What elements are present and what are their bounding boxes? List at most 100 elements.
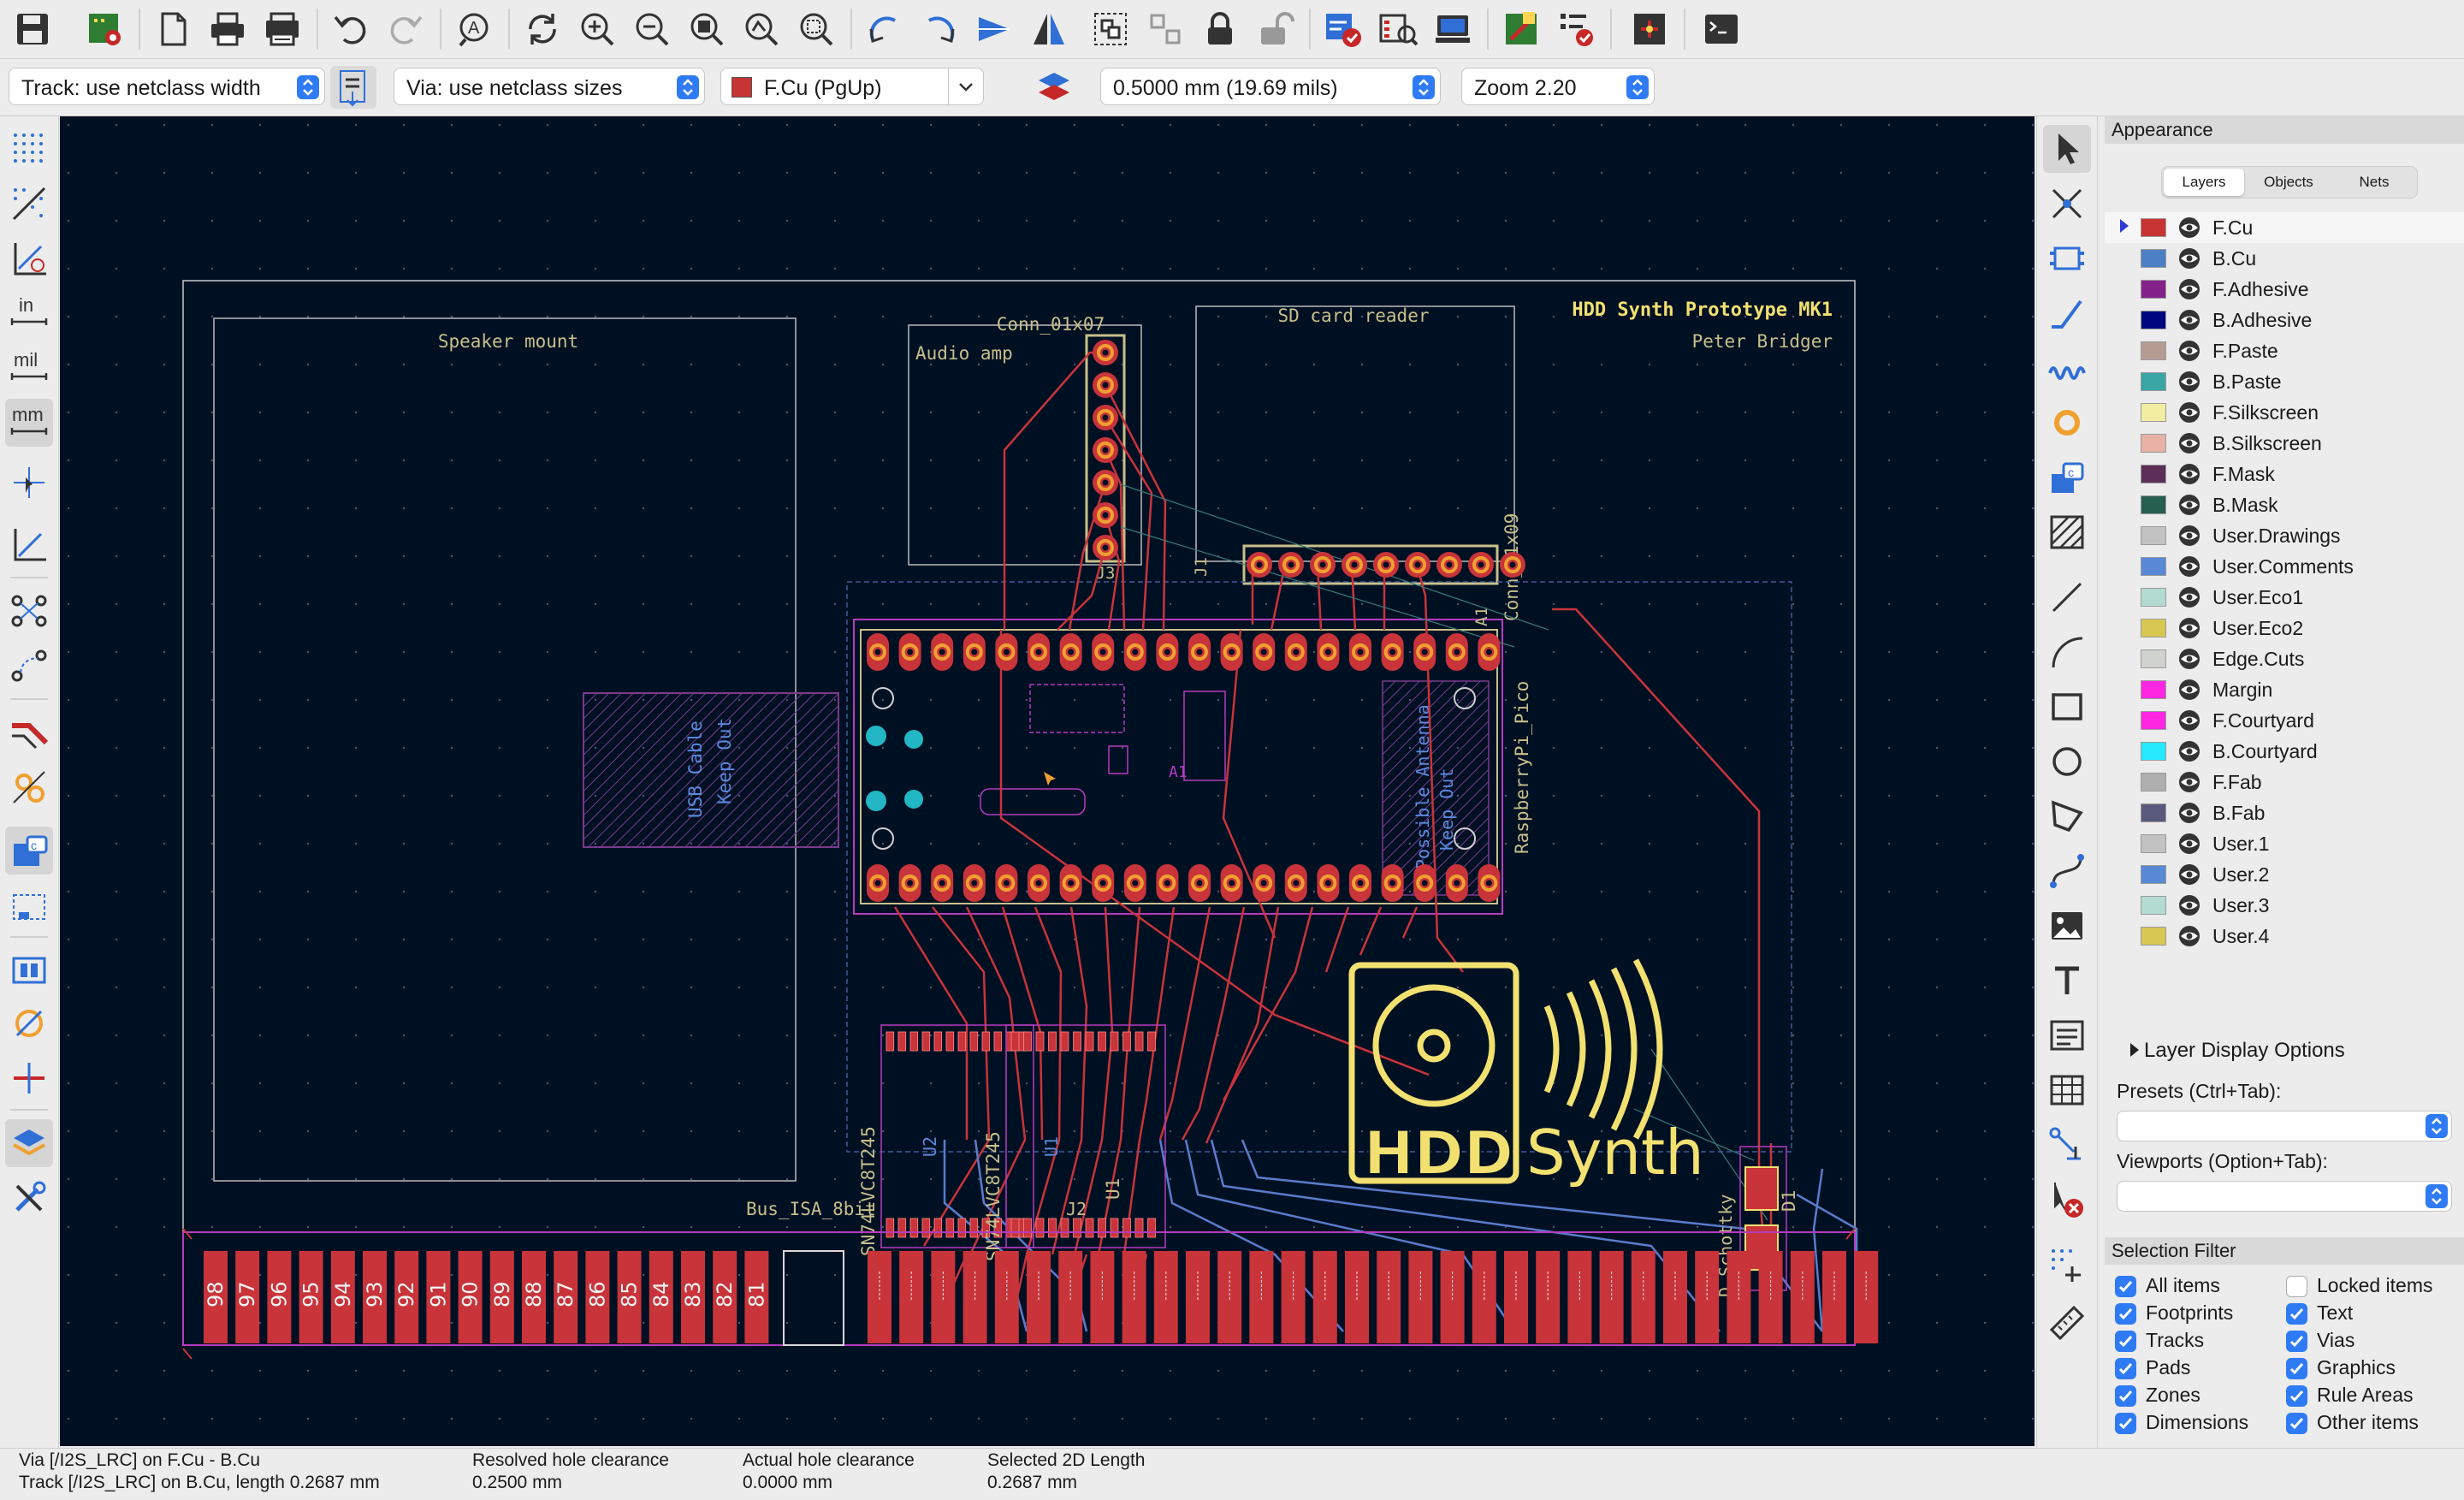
layer-color-swatch[interactable] [2141,434,2166,453]
polar-coords-icon[interactable] [5,180,53,228]
layer-row[interactable]: Margin [2105,674,2464,705]
layer-row[interactable]: User.Comments [2105,551,2464,582]
zone-fill-icon[interactable]: c [5,827,53,875]
eye-icon[interactable] [2175,801,2204,825]
eye-icon[interactable] [2175,554,2204,578]
layer-color-swatch[interactable] [2141,526,2166,545]
show-layers-icon[interactable] [5,1054,53,1102]
eye-icon[interactable] [2175,277,2204,301]
netlist-update-icon[interactable] [1497,5,1545,53]
zone-outline-icon[interactable] [5,881,53,929]
layer-color-swatch[interactable] [2141,865,2166,884]
eye-icon[interactable] [2175,739,2204,763]
checkbox-checked-icon[interactable] [2286,1303,2307,1325]
zoom-objects-icon[interactable] [737,5,785,53]
layer-row[interactable]: F.Paste [2105,335,2464,366]
delete-tool-icon[interactable] [2043,1176,2091,1224]
grid-stepper-icon[interactable] [1413,75,1435,99]
layer-color-swatch[interactable] [2141,280,2166,299]
eye-icon[interactable] [2175,524,2204,548]
add-keepout-icon[interactable] [2043,508,2091,556]
layer-color-swatch[interactable] [2141,403,2166,422]
layer-row[interactable]: F.Mask [2105,459,2464,489]
track-width-stepper-icon[interactable] [297,75,319,99]
layer-pair-icon[interactable] [1034,68,1075,107]
mirror-icon[interactable] [1025,5,1073,53]
layer-color-swatch[interactable] [2141,711,2166,730]
layer-color-swatch[interactable] [2141,742,2166,761]
eye-icon[interactable] [2175,893,2204,917]
eye-icon[interactable] [2175,216,2204,240]
unlock-icon[interactable] [1251,5,1299,53]
layer-row[interactable]: B.Fab [2105,797,2464,828]
plot-icon[interactable] [258,5,306,53]
eye-icon[interactable] [2175,370,2204,394]
draw-line-icon[interactable] [2043,573,2091,621]
grid-dots-icon[interactable] [5,125,53,173]
viewports-select[interactable] [2117,1181,2452,1212]
layer-row[interactable]: B.Courtyard [2105,736,2464,767]
layer-row[interactable]: F.Courtyard [2105,705,2464,736]
checkbox-unchecked-icon[interactable] [2286,1276,2307,1297]
ratsnest-curved-icon[interactable] [5,642,53,690]
checkbox-checked-icon[interactable] [2286,1385,2307,1407]
local-ratsnest-icon[interactable] [2043,180,2091,228]
layer-color-swatch[interactable] [2141,588,2166,607]
grid-select[interactable]: 0.5000 mm (19.69 mils) [1100,68,1441,105]
layer-row[interactable]: User.2 [2105,859,2464,890]
presets-stepper-icon[interactable] [2426,1114,2448,1138]
layer-row[interactable]: User.3 [2105,890,2464,921]
rotate-cw-icon[interactable] [915,5,963,53]
checkbox-checked-icon[interactable] [2286,1331,2307,1352]
eye-icon[interactable] [2175,647,2204,671]
layer-color-swatch[interactable] [2141,465,2166,483]
eye-icon[interactable] [2175,431,2204,455]
cursor-angle-icon[interactable] [5,520,53,568]
cursor-full-icon[interactable] [5,459,53,507]
zoom-out-icon[interactable] [628,5,676,53]
eye-icon[interactable] [2175,400,2204,424]
layer-row[interactable]: B.Adhesive [2105,305,2464,335]
zoom-selection-icon[interactable] [792,5,840,53]
print-icon[interactable] [204,5,252,53]
group-icon[interactable] [1087,5,1134,53]
track-width-select[interactable]: Track: use netclass width [9,68,325,105]
presets-select[interactable] [2117,1111,2452,1141]
checkbox-checked-icon[interactable] [2115,1331,2136,1352]
layer-color-swatch[interactable] [2141,311,2166,329]
tab-nets[interactable]: Nets [2333,169,2415,196]
eye-icon[interactable] [2175,770,2204,794]
checkbox-checked-icon[interactable] [2115,1413,2136,1434]
layer-row[interactable]: User.Eco1 [2105,582,2464,613]
route-track-icon[interactable] [2043,289,2091,337]
add-table-icon[interactable] [2043,1066,2091,1114]
angle-constraint-icon[interactable] [5,234,53,282]
pad-outline-icon[interactable] [5,945,53,993]
layer-row[interactable]: F.Cu [2105,212,2464,243]
find-icon[interactable]: A [450,5,498,53]
layer-color-swatch[interactable] [2141,619,2166,637]
checkbox-checked-icon[interactable] [2115,1276,2136,1297]
scripting-icon[interactable] [1626,5,1673,53]
eye-icon[interactable] [2175,924,2204,948]
save-icon[interactable] [9,5,56,53]
undo-icon[interactable] [327,5,375,53]
zoom-select[interactable]: Zoom 2.20 [1461,68,1655,105]
lock-icon[interactable] [1196,5,1244,53]
tab-layers[interactable]: Layers [2164,169,2244,196]
eye-icon[interactable] [2175,246,2204,270]
layer-row[interactable]: B.Silkscreen [2105,428,2464,459]
footprint-browser-icon[interactable] [1374,5,1422,53]
flip-horizontal-icon[interactable] [970,5,1018,53]
page-settings-icon[interactable] [149,5,197,53]
layer-row[interactable]: User.4 [2105,921,2464,952]
zoom-in-icon[interactable] [573,5,621,53]
layer-color-swatch[interactable] [2141,249,2166,268]
units-mil-icon[interactable]: mil [5,344,53,392]
set-origin-icon[interactable] [2043,1241,2091,1289]
add-dimension-icon[interactable] [2043,1121,2091,1169]
viewports-stepper-icon[interactable] [2426,1184,2448,1208]
layer-color-swatch[interactable] [2141,680,2166,699]
layer-row[interactable]: User.1 [2105,828,2464,859]
layer-row[interactable]: F.Silkscreen [2105,397,2464,428]
